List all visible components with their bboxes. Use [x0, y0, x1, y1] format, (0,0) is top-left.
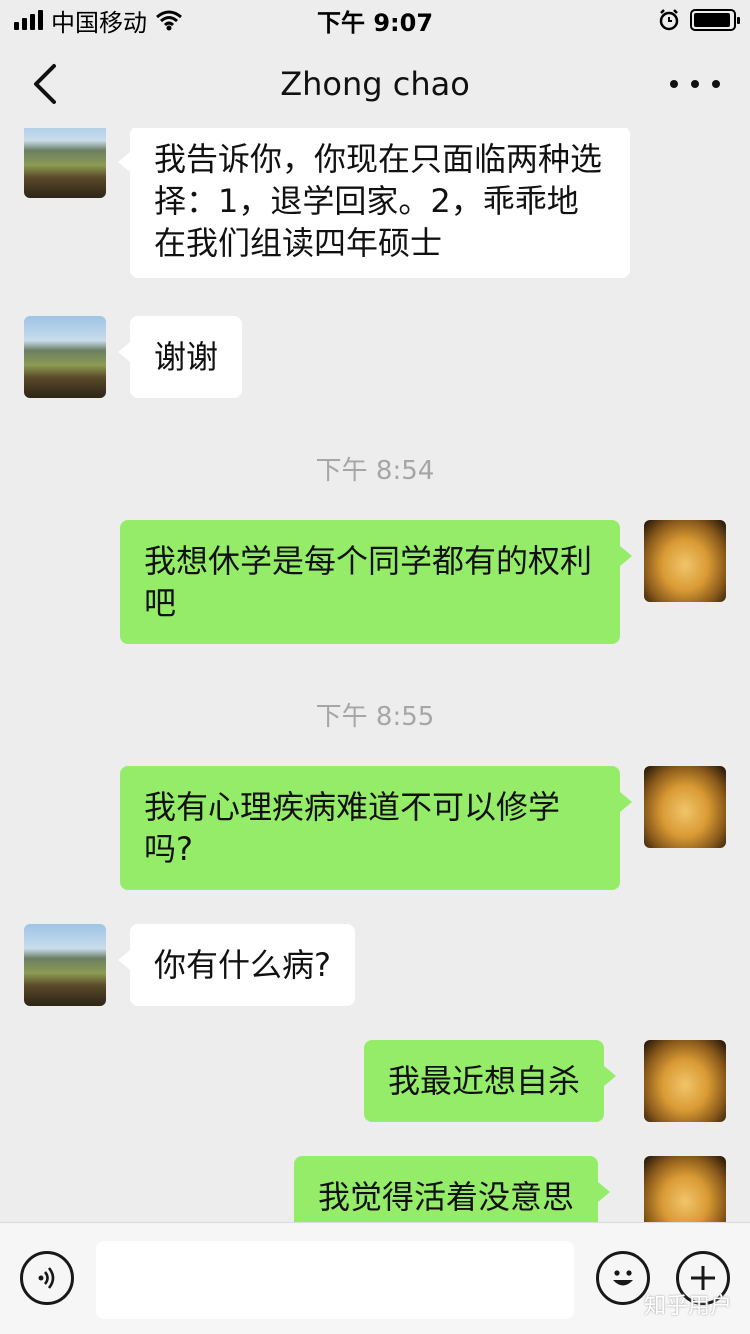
message-bubble[interactable]: 你有什么病? [118, 924, 355, 1006]
message-bubble[interactable]: 谢谢 [117, 316, 243, 398]
message-bubble[interactable]: 我告诉你，你现在只面临两种选择：1，退学回家。2，乖乖地在我们组读四年硕士 [118, 128, 630, 278]
emoji-icon[interactable] [596, 1251, 650, 1305]
message-bubble[interactable]: 我觉得活着没意思 [294, 1156, 611, 1222]
message-bubble[interactable]: 我最近想自杀 [364, 1040, 617, 1122]
watermark-label: 知乎用户 [643, 1294, 732, 1319]
back-icon[interactable] [24, 60, 68, 108]
self-avatar[interactable] [644, 1040, 726, 1122]
voice-wave-icon [38, 1267, 55, 1289]
voice-icon[interactable] [20, 1251, 74, 1305]
message-timestamp: 下午 8:55 [315, 702, 435, 732]
message-bubble[interactable]: 我想休学是每个同学都有的权利吧 [120, 520, 632, 644]
contact-avatar[interactable] [24, 128, 106, 198]
status-right [658, 9, 740, 31]
input-bar: 知乎用户 [0, 1222, 750, 1334]
message-timestamp: 下午 8:54 [315, 456, 435, 486]
more-options-icon[interactable] [670, 62, 720, 106]
chat-title: Zhong chao [280, 65, 470, 103]
chat-area[interactable]: 我告诉你，你现在只面临两种选择：1，退学回家。2，乖乖地在我们组读四年硕士 谢谢… [0, 128, 750, 1222]
alarm-icon [659, 9, 679, 31]
battery-icon [690, 9, 740, 31]
contact-avatar[interactable] [24, 316, 106, 398]
smiley-face-icon [613, 1270, 633, 1286]
self-avatar[interactable] [644, 520, 726, 602]
contact-avatar[interactable] [24, 924, 106, 1006]
status-bar: 中国移动 下午 9:07 [0, 0, 750, 40]
nav-bar: Zhong chao [0, 40, 750, 128]
self-avatar[interactable] [644, 766, 726, 848]
signal-icon [14, 10, 43, 30]
self-avatar[interactable] [644, 1156, 726, 1222]
carrier-label: 中国移动 [51, 8, 147, 37]
wifi-icon [156, 10, 182, 31]
battery-level-fill [694, 13, 731, 27]
status-left: 中国移动 [14, 3, 183, 38]
message-bubble[interactable]: 我有心理疾病难道不可以修学吗? [120, 766, 632, 890]
message-input[interactable] [96, 1241, 574, 1319]
